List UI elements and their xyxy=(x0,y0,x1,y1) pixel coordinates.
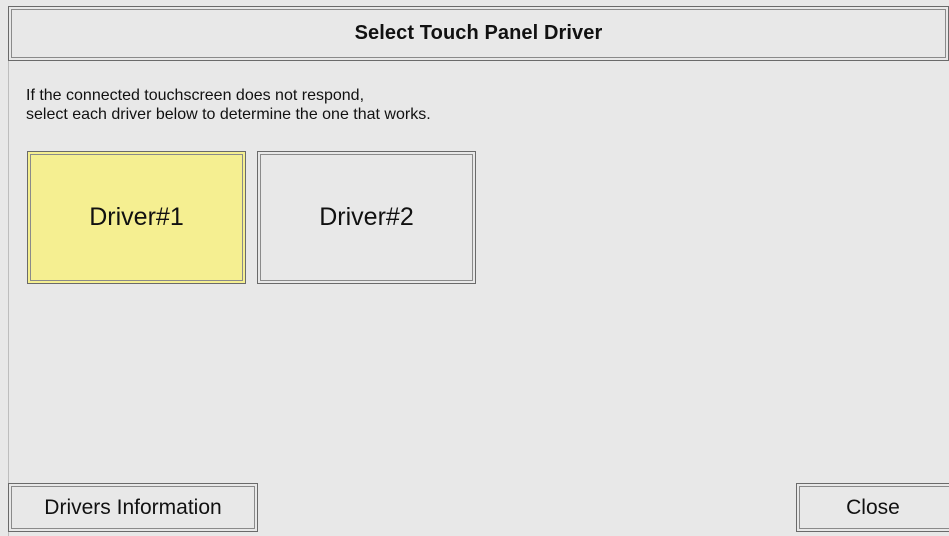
close-label: Close xyxy=(846,495,900,519)
instructions-line-1: If the connected touchscreen does not re… xyxy=(26,87,365,104)
instructions-line-2: select each driver below to determine th… xyxy=(26,106,431,123)
close-button[interactable]: Close xyxy=(796,483,949,532)
dialog-title: Select Touch Panel Driver xyxy=(354,22,603,44)
driver-2-label: Driver#2 xyxy=(319,203,414,231)
instructions-text: If the connected touchscreen does not re… xyxy=(26,86,431,124)
select-touch-panel-driver-dialog: Select Touch Panel Driver If the connect… xyxy=(0,0,949,536)
title-bar: Select Touch Panel Driver xyxy=(8,6,949,61)
driver-1-button[interactable]: Driver#1 xyxy=(27,151,246,284)
driver-2-button[interactable]: Driver#2 xyxy=(257,151,476,284)
left-divider xyxy=(8,61,9,536)
driver-1-label: Driver#1 xyxy=(89,203,184,231)
drivers-information-button[interactable]: Drivers Information xyxy=(8,483,258,532)
drivers-information-label: Drivers Information xyxy=(44,495,222,519)
